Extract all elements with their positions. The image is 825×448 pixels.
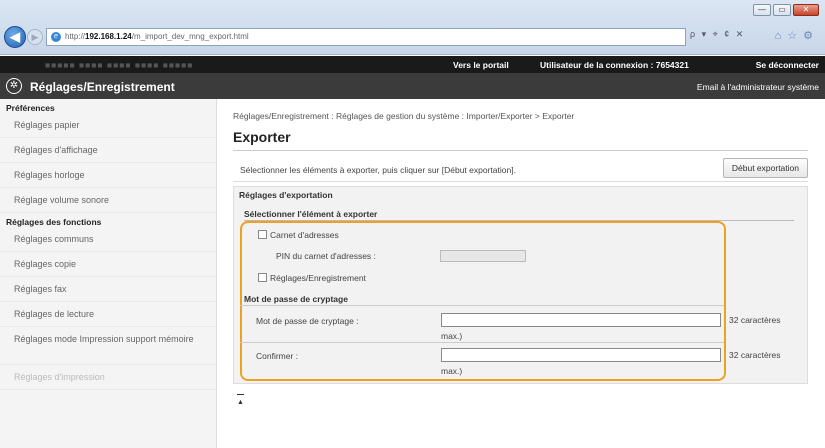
confirm-divider xyxy=(240,342,724,343)
search-tools[interactable]: ρ ▾ ⌖ ¢ ✕ xyxy=(690,29,745,40)
start-export-button[interactable]: Début exportation xyxy=(722,158,808,178)
browser-logo-icon: e xyxy=(51,32,61,42)
page-title: Exporter xyxy=(233,129,291,145)
url-host: 192.168.1.24 xyxy=(85,32,132,41)
password-divider xyxy=(240,305,724,306)
settings-row: Réglages/Enregistrement xyxy=(258,273,366,283)
pin-input xyxy=(440,250,526,262)
address-book-row: Carnet d'adresses xyxy=(258,230,339,240)
sidebar-item-paper[interactable]: Réglages papier xyxy=(0,113,216,138)
sidebar: Préférences Réglages papier Réglages d'a… xyxy=(0,99,217,448)
top-bar-mark xyxy=(237,394,244,395)
title-divider xyxy=(233,150,808,151)
sidebar-item-memory-print[interactable]: Réglages mode Impression support mémoire xyxy=(0,327,216,365)
sidebar-heading-preferences: Préférences xyxy=(6,103,55,113)
password-label: Mot de passe de cryptage : xyxy=(256,316,359,326)
sidebar-item-common[interactable]: Réglages communs xyxy=(0,227,216,252)
minimize-button[interactable]: — xyxy=(753,4,771,16)
up-arrow-icon: ▲ xyxy=(237,399,244,406)
password-input[interactable] xyxy=(441,313,721,327)
address-book-checkbox[interactable] xyxy=(258,230,267,239)
password-hint-a: 32 caractères xyxy=(729,315,781,325)
user-info: Utilisateur de la connexion : 7654321 xyxy=(540,60,689,70)
device-name: ■■■■■ ■■■■ ■■■■ ■■■■ ■■■■■ xyxy=(45,60,194,70)
address-bar[interactable]: e http://192.168.1.24/m_import_dev_mng_ex… xyxy=(46,28,686,46)
sidebar-item-scan[interactable]: Réglages de lecture xyxy=(0,302,216,327)
app-title: Réglages/Enregistrement xyxy=(30,80,175,94)
window-controls: — ▭ ✕ xyxy=(753,4,819,16)
sidebar-item-fax[interactable]: Réglages fax xyxy=(0,277,216,302)
intro-text: Sélectionner les éléments à exporter, pu… xyxy=(240,165,516,175)
sidebar-item-clock[interactable]: Réglages horloge xyxy=(0,163,216,188)
pin-label: PIN du carnet d'adresses : xyxy=(276,251,376,261)
confirm-input[interactable] xyxy=(441,348,721,362)
star-icon[interactable]: ☆ xyxy=(787,30,803,42)
portal-link[interactable]: Vers le portail xyxy=(453,60,509,70)
intro-row: Sélectionner les éléments à exporter, pu… xyxy=(233,156,808,182)
close-window-button[interactable]: ✕ xyxy=(793,4,819,16)
user-label: Utilisateur de la connexion : xyxy=(540,60,654,70)
email-admin-link[interactable]: Email à l'administrateur système xyxy=(697,82,819,92)
confirm-hint-a: 32 caractères xyxy=(729,350,781,360)
sidebar-item-copy[interactable]: Réglages copie xyxy=(0,252,216,277)
password-hint-b: max.) xyxy=(441,331,463,341)
confirm-label: Confirmer : xyxy=(256,351,299,361)
browser-chrome: — ▭ ✕ ◀ ▶ e http://192.168.1.24/m_import_… xyxy=(0,0,825,55)
subsection-title: Sélectionner l'élément à exporter xyxy=(244,209,378,219)
settings-label: Réglages/Enregistrement xyxy=(270,273,366,283)
settings-gear-icon: ✲ xyxy=(6,78,22,94)
confirm-hint-b: max.) xyxy=(441,366,463,376)
settings-checkbox[interactable] xyxy=(258,273,267,282)
home-icon[interactable]: ⌂ xyxy=(775,30,788,42)
sidebar-heading-functions: Réglages des fonctions xyxy=(6,217,102,227)
section-title: Réglages d'exportation xyxy=(239,190,333,200)
password-section-title: Mot de passe de cryptage xyxy=(244,294,348,304)
browser-icons: ⌂☆⚙ xyxy=(775,29,819,42)
sidebar-item-display[interactable]: Réglages d'affichage xyxy=(0,138,216,163)
forward-arrow-icon[interactable]: ▶ xyxy=(27,29,43,45)
app-header: ✲ Réglages/Enregistrement Email à l'admi… xyxy=(0,73,825,99)
url-path: /m_import_dev_mng_export.html xyxy=(131,32,249,41)
breadcrumb: Réglages/Enregistrement : Réglages de ge… xyxy=(233,111,575,121)
maximize-button[interactable]: ▭ xyxy=(773,4,791,16)
gear-icon[interactable]: ⚙ xyxy=(803,30,819,42)
sidebar-item-print[interactable]: Réglages d'impression xyxy=(0,365,216,390)
user-id: 7654321 xyxy=(655,60,689,70)
back-arrow-icon[interactable]: ◀ xyxy=(4,26,26,48)
back-to-top-link[interactable]: ▲ xyxy=(237,394,244,407)
url-prefix: http:// xyxy=(65,32,86,41)
sidebar-item-volume[interactable]: Réglage volume sonore xyxy=(0,188,216,213)
logout-link[interactable]: Se déconnecter xyxy=(756,60,819,70)
address-book-label: Carnet d'adresses xyxy=(270,230,339,240)
top-bar: ■■■■■ ■■■■ ■■■■ ■■■■ ■■■■■ Vers le porta… xyxy=(0,56,825,73)
